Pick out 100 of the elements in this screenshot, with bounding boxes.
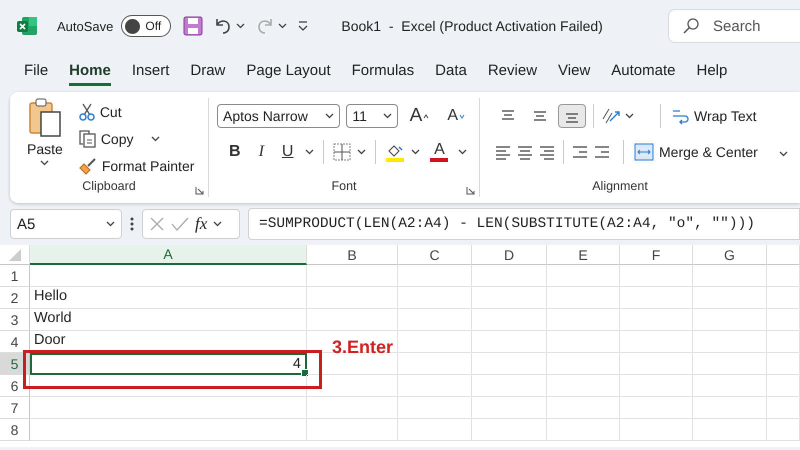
ribbon-tab[interactable]: Data (435, 56, 467, 86)
increase-indent-icon[interactable] (593, 144, 611, 160)
group-label: Alignment (592, 179, 648, 195)
caret-icon[interactable] (236, 23, 246, 29)
column-header[interactable]: B (307, 245, 398, 265)
insert-function-button[interactable]: fx (195, 214, 208, 234)
caret-icon[interactable] (411, 149, 420, 155)
caret-icon[interactable] (357, 149, 366, 155)
customize-icon[interactable] (297, 20, 310, 32)
dialog-launcher-icon[interactable] (195, 186, 204, 195)
merge-icon (634, 143, 654, 161)
ribbon-tab[interactable]: File (24, 56, 48, 86)
align-bottom-button[interactable] (558, 104, 586, 128)
row-header[interactable]: 8 (0, 419, 30, 441)
column-header[interactable]: A (30, 245, 307, 265)
caret-icon[interactable] (40, 160, 50, 166)
ribbon-tab[interactable]: Insert (132, 56, 170, 86)
column-header[interactable]: G (693, 245, 767, 265)
align-right-icon[interactable] (538, 144, 556, 160)
decrease-indent-icon[interactable] (571, 144, 589, 160)
ribbon-tab[interactable]: Help (696, 56, 728, 86)
table-cell (767, 397, 800, 419)
scissors-icon (78, 103, 95, 121)
cut-button[interactable]: Cut (76, 102, 198, 122)
column-header[interactable]: C (398, 245, 472, 265)
group-label: Clipboard (82, 179, 136, 195)
table-cell (767, 331, 800, 353)
row-header[interactable]: 7 (0, 397, 30, 419)
table-cell (767, 287, 800, 309)
color-bar-icon (430, 158, 448, 162)
paintbrush-icon (78, 157, 97, 175)
table-cell (767, 265, 800, 287)
active-cell: 4 (30, 353, 307, 375)
column-header[interactable]: D (472, 245, 547, 265)
ribbon-tab[interactable]: Formulas (352, 56, 414, 86)
font-name-dropdown[interactable]: Aptos Narrow (217, 104, 340, 128)
caret-icon[interactable] (278, 23, 288, 29)
shrink-font-button[interactable]: A (441, 105, 471, 127)
table-cell (767, 419, 800, 441)
caret-icon[interactable] (458, 149, 468, 155)
caret-icon[interactable] (625, 113, 634, 119)
excel-logo-icon[interactable] (17, 17, 37, 35)
paste-button[interactable]: Paste (24, 140, 66, 158)
font-color-button[interactable]: A (426, 142, 452, 162)
caret-icon[interactable] (305, 149, 314, 155)
caret-up-icon (423, 114, 430, 118)
caret-icon (459, 114, 465, 118)
row-header[interactable]: 6 (0, 375, 30, 397)
window-title: Book1 - Excel (Product Activation Failed) (341, 18, 603, 34)
column-header[interactable]: E (547, 245, 620, 265)
row-header[interactable]: 1 (0, 265, 30, 287)
search-icon (683, 18, 699, 34)
name-box[interactable]: A5 (10, 209, 122, 239)
row-header[interactable]: 5 (0, 353, 30, 375)
ribbon-tab[interactable]: Draw (190, 56, 226, 86)
step-label: 3.Enter (332, 337, 394, 358)
clipboard-icon[interactable] (28, 98, 62, 138)
formula-field[interactable]: =SUMPRODUCT(LEN(A2:A4) - LEN(SUBSTITUTE(A2:A4, "o", ""))) (248, 208, 800, 240)
font-size-dropdown[interactable]: 11 (346, 104, 398, 128)
group-label: Font (331, 179, 356, 195)
underline-button[interactable]: U (276, 141, 300, 163)
table-cell: World (30, 309, 307, 331)
ribbon-tab[interactable]: View (558, 56, 590, 86)
row-header[interactable]: 2 (0, 287, 30, 309)
orientation-icon[interactable] (601, 107, 621, 125)
ribbon-tab[interactable]: Home (69, 56, 111, 86)
column-header[interactable]: F (620, 245, 693, 265)
table-cell (767, 375, 800, 397)
copy-button[interactable]: Copy (76, 129, 136, 149)
table-cell: Door (30, 331, 307, 353)
save-icon[interactable] (183, 16, 204, 36)
caret-icon[interactable] (213, 221, 222, 227)
check-icon[interactable] (171, 216, 189, 232)
drag-handle-icon[interactable] (130, 217, 134, 231)
caret-icon[interactable] (382, 113, 392, 119)
dialog-launcher-icon[interactable] (466, 186, 475, 195)
align-left-icon[interactable] (494, 144, 512, 160)
italic-button[interactable]: I (252, 141, 270, 163)
bold-button[interactable]: B (223, 141, 247, 163)
align-center-icon[interactable] (516, 144, 534, 160)
search-field[interactable]: Search (711, 16, 795, 36)
caret-icon[interactable] (106, 221, 115, 227)
grow-font-button[interactable]: A (404, 103, 436, 129)
borders-icon[interactable] (333, 143, 352, 161)
search-box[interactable]: Search (668, 9, 800, 43)
table-cell: Hello (30, 287, 307, 309)
copy-icon (78, 130, 96, 148)
wrap-text-button[interactable]: Wrap Text (668, 106, 760, 126)
caret-icon[interactable] (325, 113, 334, 119)
merge-center-button[interactable]: Merge & Center (631, 142, 761, 162)
ribbon-tab[interactable]: Page Layout (246, 56, 331, 86)
caret-icon[interactable] (779, 151, 788, 157)
ribbon-tab[interactable]: Review (488, 56, 538, 86)
autosave-label: AutoSave (57, 18, 114, 34)
table-cell (767, 353, 800, 375)
row-header[interactable]: 3 (0, 309, 30, 331)
autosave-toggle[interactable]: Off (121, 15, 172, 37)
format-painter-button[interactable]: Format Painter (76, 156, 198, 176)
caret-icon[interactable] (150, 136, 160, 142)
ribbon-tab[interactable]: Automate (611, 56, 676, 86)
